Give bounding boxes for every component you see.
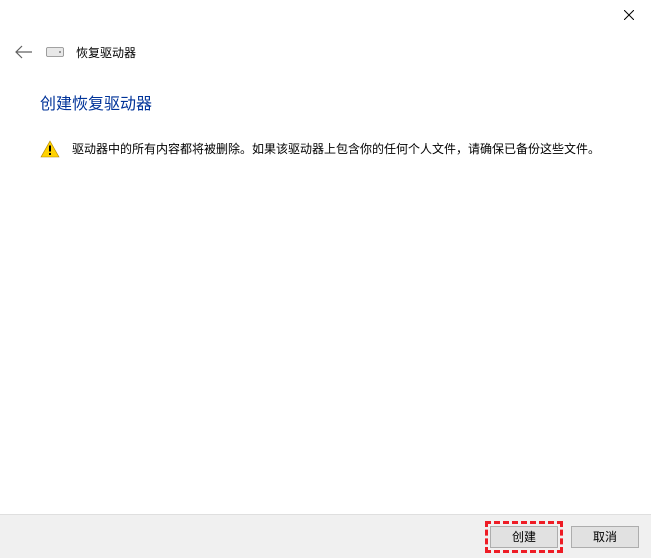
create-button-highlight: 创建	[485, 521, 563, 553]
close-button[interactable]	[606, 0, 651, 30]
button-bar: 创建 取消	[0, 514, 651, 558]
warning-row: 驱动器中的所有内容都将被删除。如果该驱动器上包含你的任何个人文件，请确保已备份这…	[40, 140, 611, 159]
warning-text: 驱动器中的所有内容都将被删除。如果该驱动器上包含你的任何个人文件，请确保已备份这…	[72, 140, 600, 159]
drive-icon	[46, 46, 64, 58]
close-icon	[624, 10, 634, 20]
warning-icon	[40, 140, 60, 158]
header: 恢复驱动器	[14, 42, 136, 62]
create-button[interactable]: 创建	[490, 526, 558, 548]
page-title: 创建恢复驱动器	[40, 90, 152, 114]
back-arrow-icon	[15, 45, 33, 59]
cancel-button[interactable]: 取消	[571, 526, 639, 548]
back-button[interactable]	[14, 42, 34, 62]
header-title: 恢复驱动器	[76, 44, 136, 61]
